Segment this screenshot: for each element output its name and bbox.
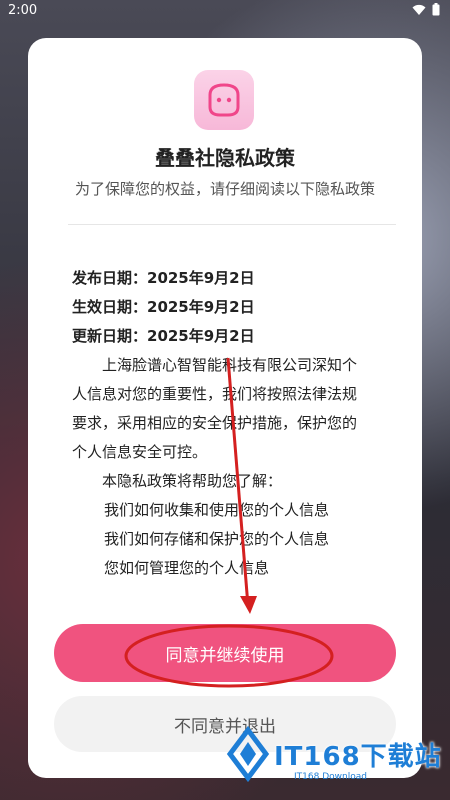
watermark-logo-icon [226,725,270,783]
battery-icon [432,3,440,16]
wifi-icon [412,4,426,15]
publish-date: 发布日期：2025年9月2日 [72,269,255,287]
watermark: IT168下载站 IT168 Download [222,712,448,796]
paragraph-line: 人信息对您的重要性，我们将按照法律法规 [72,385,358,403]
privacy-dialog: 叠叠社隐私政策 为了保障您的权益，请仔细阅读以下隐私政策 发布日期：2025年9… [28,38,422,778]
dialog-subtitle: 为了保障您的权益，请仔细阅读以下隐私政策 [74,180,375,198]
agree-button-label: 同意并继续使用 [165,645,285,666]
intro-text: 本隐私政策将帮助您了解： [102,472,283,490]
app-face-icon [194,70,254,130]
list-item: 我们如何存储和保护您的个人信息 [104,530,330,548]
policy-content[interactable]: 发布日期：2025年9月2日 生效日期：2025年9月2日 更新日期：2025年… [72,264,382,583]
status-time: 2:00 [8,3,38,18]
status-bar: 2:00 [0,0,450,22]
list-item: 我们如何收集和使用您的个人信息 [104,501,330,519]
watermark-subtext: IT168 Download [294,772,367,782]
agree-button[interactable]: 同意并继续使用 [54,624,396,682]
update-date: 更新日期：2025年9月2日 [72,327,255,345]
paragraph-line: 要求，采用相应的安全保护措施，保护您的 [72,414,358,432]
divider [68,224,396,225]
watermark-text: IT168下载站 [274,741,442,772]
status-icons [412,3,440,16]
list-item: 您如何管理您的个人信息 [104,559,270,577]
dialog-title: 叠叠社隐私政策 [155,146,295,170]
paragraph-line: 个人信息安全可控。 [72,443,208,461]
paragraph-line: 上海脸谱心智智能科技有限公司深知个 [102,356,358,374]
effective-date: 生效日期：2025年9月2日 [72,298,255,316]
